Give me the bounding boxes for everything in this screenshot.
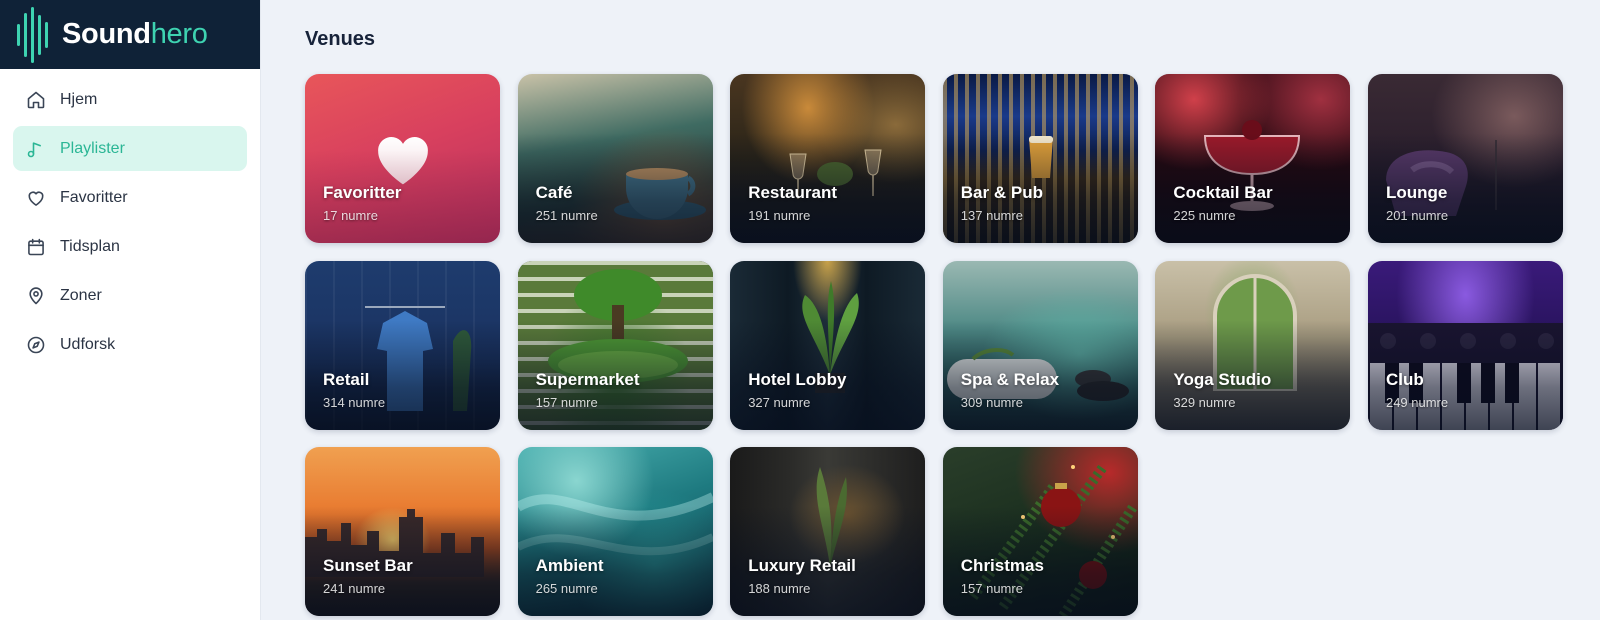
- venue-track-count: 225 numre: [1173, 208, 1236, 223]
- venue-title: Favoritter: [323, 183, 402, 202]
- venue-title: Club: [1385, 369, 1424, 389]
- venue-card-luxury-retail[interactable]: Luxury Retail 188 numre: [730, 447, 926, 616]
- venue-track-count: 188 numre: [748, 581, 811, 596]
- calendar-icon: [26, 237, 46, 257]
- venue-title: Bar & Pub: [960, 183, 1043, 202]
- venue-title: Retail: [323, 369, 370, 389]
- venue-card-sunset-bar[interactable]: Sunset Bar 241 numre: [305, 447, 500, 616]
- sidebar-item-zoner[interactable]: Zoner: [13, 273, 247, 318]
- venue-card-supermarket[interactable]: Supermarket 157 numre: [517, 260, 713, 430]
- venue-title: Ambient: [535, 556, 604, 575]
- venue-track-count: 241 numre: [323, 581, 386, 596]
- home-icon: [26, 90, 46, 110]
- venue-title: Cocktail Bar: [1173, 183, 1273, 202]
- sidebar-item-favoritter[interactable]: Favoritter: [13, 175, 247, 220]
- venue-track-count: 265 numre: [535, 581, 598, 596]
- venue-card-retail[interactable]: Retail 314 numre: [305, 260, 500, 430]
- venue-card-yoga-studio[interactable]: Yoga Studio 329 numre: [1155, 260, 1351, 430]
- venue-card-cafe[interactable]: Café 251 numre: [517, 74, 713, 243]
- compass-icon: [26, 335, 46, 355]
- page-title: Venues: [305, 28, 376, 50]
- venue-track-count: 17 numre: [323, 208, 378, 223]
- music-note-icon: [26, 139, 46, 159]
- venue-track-count: 314 numre: [323, 394, 386, 410]
- venue-card-bar-pub[interactable]: Bar & Pub 137 numre: [942, 74, 1138, 243]
- heart-icon: [26, 188, 46, 208]
- venue-track-count: 157 numre: [535, 394, 598, 410]
- sidebar-item-label: Udforsk: [60, 335, 116, 353]
- venue-grid: Favoritter 17 numre Café 251 numre Resta…: [305, 74, 1563, 616]
- sidebar-item-hjem[interactable]: Hjem: [13, 77, 247, 122]
- brand-logo[interactable]: Soundhero: [0, 0, 260, 69]
- venue-title: Yoga Studio: [1173, 369, 1272, 389]
- map-pin-icon: [26, 286, 46, 306]
- venue-track-count: 327 numre: [748, 394, 811, 410]
- venue-card-hotel-lobby[interactable]: Hotel Lobby 327 numre: [730, 260, 926, 430]
- venue-card-spa-relax[interactable]: Spa & Relax 309 numre: [942, 260, 1138, 430]
- venue-title: Restaurant: [748, 183, 837, 202]
- sidebar-item-label: Hjem: [60, 90, 98, 108]
- venue-card-favoritter[interactable]: Favoritter 17 numre: [305, 74, 500, 243]
- venue-card-cocktail-bar[interactable]: Cocktail Bar 225 numre: [1155, 74, 1351, 243]
- sidebar-nav: Hjem Playlister Favoritter Tidsplan Zone…: [0, 77, 260, 367]
- sidebar: Soundhero Hjem Playlister Favoritter Tid…: [0, 0, 261, 620]
- venue-title: Café: [535, 183, 573, 202]
- sidebar-item-label: Favoritter: [60, 188, 128, 206]
- venue-track-count: 329 numre: [1173, 394, 1236, 410]
- venue-title: Hotel Lobby: [748, 369, 847, 389]
- venue-track-count: 251 numre: [535, 208, 598, 223]
- sidebar-item-label: Tidsplan: [60, 237, 120, 255]
- venue-title: Supermarket: [535, 369, 640, 389]
- venue-track-count: 191 numre: [748, 208, 811, 223]
- venue-track-count: 157 numre: [960, 581, 1023, 596]
- venue-title: Spa & Relax: [960, 369, 1060, 389]
- sidebar-item-playlister[interactable]: Playlister: [13, 126, 247, 171]
- venue-title: Christmas: [960, 556, 1044, 575]
- venue-card-restaurant[interactable]: Restaurant 191 numre: [730, 74, 926, 243]
- venue-title: Luxury Retail: [748, 556, 856, 575]
- brand-name: Soundhero: [62, 18, 208, 50]
- sidebar-item-label: Zoner: [60, 286, 102, 304]
- venue-title: Lounge: [1385, 183, 1448, 202]
- sidebar-item-udforsk[interactable]: Udforsk: [13, 322, 247, 367]
- sidebar-item-label: Playlister: [60, 139, 125, 157]
- venue-card-club[interactable]: Club 249 numre: [1367, 260, 1563, 430]
- soundwave-logo-icon: [17, 6, 48, 63]
- venue-track-count: 309 numre: [960, 394, 1023, 410]
- venue-card-christmas[interactable]: Christmas 157 numre: [942, 447, 1138, 616]
- sidebar-item-tidsplan[interactable]: Tidsplan: [13, 224, 247, 269]
- venue-title: Sunset Bar: [323, 556, 413, 575]
- venue-card-lounge[interactable]: Lounge 201 numre: [1367, 74, 1563, 243]
- venue-card-ambient[interactable]: Ambient 265 numre: [517, 447, 713, 616]
- venue-track-count: 201 numre: [1385, 208, 1449, 223]
- venue-track-count: 137 numre: [960, 208, 1023, 223]
- venue-track-count: 249 numre: [1385, 394, 1449, 410]
